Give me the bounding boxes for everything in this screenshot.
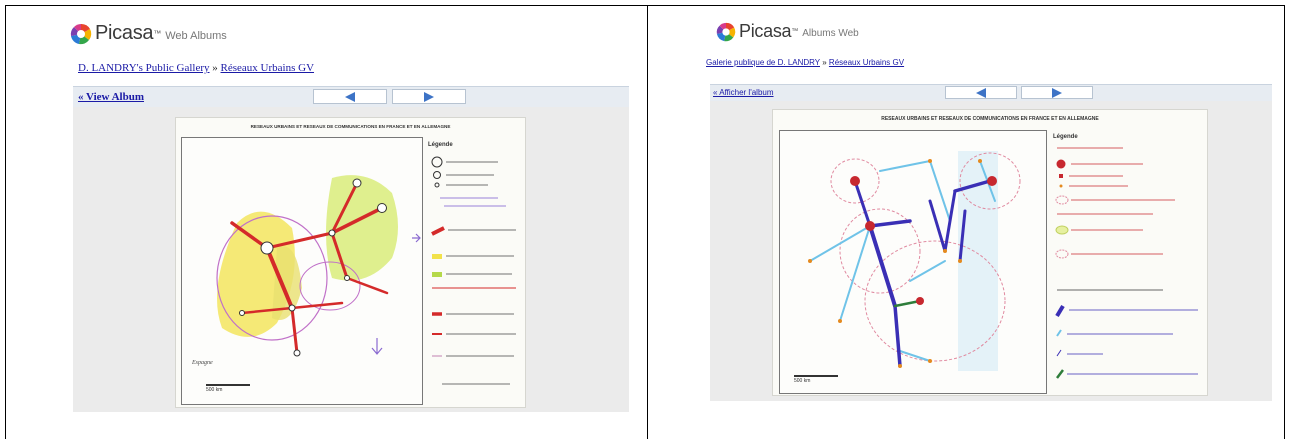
english-album-window: Picasa ™ Web Albums D. LANDRY's Public G…	[5, 5, 648, 439]
french-album-window: Picasa ™ Albums Web Galerie publique de …	[648, 5, 1285, 439]
breadcrumb-separator: »	[822, 58, 827, 67]
prev-photo-button[interactable]	[945, 86, 1017, 99]
picasa-pinwheel-icon	[716, 22, 736, 41]
photo-nav-bar: « Afficher l'album	[710, 84, 1272, 102]
legend-graphic	[1055, 147, 1198, 379]
triangle-right-icon	[424, 91, 434, 102]
album-link[interactable]: Réseaux Urbains GV	[829, 58, 904, 67]
view-album-link[interactable]: « Afficher l'album	[713, 88, 774, 97]
logo-wordmark: Picasa	[739, 21, 792, 41]
map-scale: 500 km	[206, 384, 250, 393]
breadcrumb-separator: »	[212, 62, 218, 74]
triangle-right-icon	[1052, 87, 1062, 98]
picasa-logo[interactable]: Picasa ™ Web Albums	[70, 22, 227, 45]
album-photo[interactable]: RESEAUX URBAINS ET RESEAUX DE COMMUNICAT…	[772, 109, 1208, 396]
scale-label: 500 km	[206, 387, 223, 393]
photo-stage: RESEAUX URBAINS ET RESEAUX DE COMMUNICAT…	[710, 101, 1272, 401]
next-photo-button[interactable]	[1021, 86, 1093, 99]
logo-subtitle: Web Albums	[165, 30, 227, 42]
picasa-logo[interactable]: Picasa ™ Albums Web	[716, 21, 859, 42]
map-legend: Légende	[1053, 134, 1203, 390]
map-drawing: Espagne 500 km	[181, 137, 423, 405]
logo-trademark: ™	[791, 28, 799, 35]
photo-title: RESEAUX URBAINS ET RESEAUX DE COMMUNICAT…	[250, 124, 451, 129]
gallery-link[interactable]: D. LANDRY's Public Gallery	[78, 62, 210, 74]
picasa-pinwheel-icon	[70, 23, 92, 44]
album-photo[interactable]: RESEAUX URBAINS ET RESEAUX DE COMMUNICAT…	[175, 117, 526, 408]
breadcrumb: Galerie publique de D. LANDRY » Réseaux …	[706, 58, 904, 67]
logo-trademark: ™	[153, 29, 162, 38]
gallery-link[interactable]: Galerie publique de D. LANDRY	[706, 58, 820, 67]
legend-graphic	[431, 156, 516, 385]
map-drawing: 500 km	[779, 130, 1047, 394]
triangle-left-icon	[976, 87, 986, 98]
map-legend: Légende	[428, 142, 522, 400]
map-scale: 500 km	[794, 375, 838, 384]
network-map-graphic	[216, 175, 421, 357]
logo-subtitle: Albums Web	[802, 28, 859, 39]
triangle-left-icon	[345, 91, 355, 102]
next-photo-button[interactable]	[392, 89, 466, 104]
logo-wordmark: Picasa	[95, 22, 154, 44]
network-map-graphic	[808, 151, 1021, 371]
scale-label: 500 km	[794, 378, 811, 384]
photo-title: RESEAUX URBAINS ET RESEAUX DE COMMUNICAT…	[881, 116, 1099, 122]
view-album-link[interactable]: « View Album	[78, 91, 144, 103]
photo-stage: RESEAUX URBAINS ET RESEAUX DE COMMUNICAT…	[73, 107, 629, 412]
breadcrumb: D. LANDRY's Public Gallery » Réseaux Urb…	[78, 62, 314, 74]
prev-photo-button[interactable]	[313, 89, 387, 104]
album-link[interactable]: Réseaux Urbains GV	[221, 62, 314, 74]
country-label: Espagne	[192, 360, 213, 366]
photo-nav-bar: « View Album	[73, 86, 629, 108]
